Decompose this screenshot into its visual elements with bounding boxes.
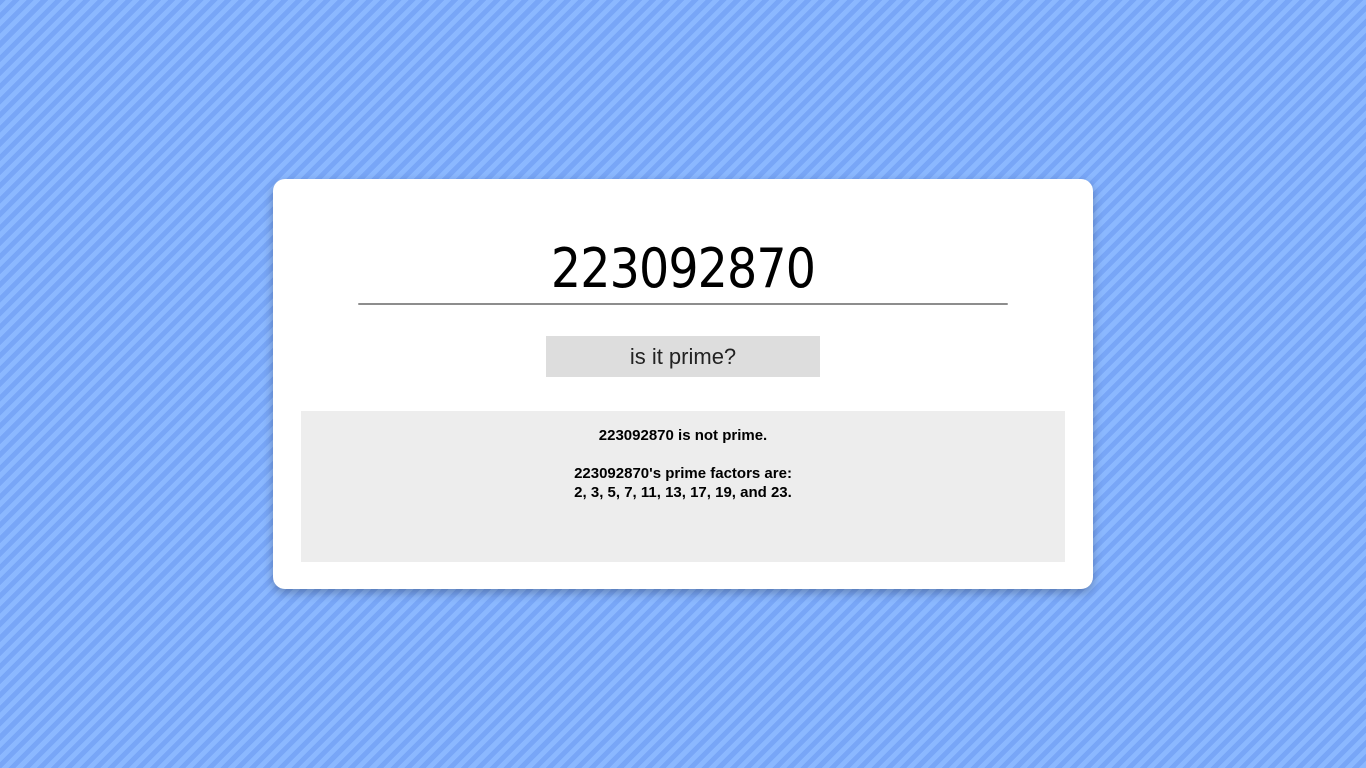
prime-checker-card: is it prime? 223092870 is not prime. 223… xyxy=(273,179,1093,589)
prime-factors-heading: 223092870's prime factors are: xyxy=(574,465,792,482)
result-spacer xyxy=(301,445,1065,464)
result-panel: 223092870 is not prime. 223092870's prim… xyxy=(301,411,1065,562)
result-verdict: 223092870 is not prime. xyxy=(598,427,768,444)
prime-factors-list: 2, 3, 5, 7, 11, 13, 17, 19, and 23. xyxy=(574,484,792,501)
number-input[interactable] xyxy=(358,233,1008,305)
page-background: { "input": { "value": "223092870" }, "bu… xyxy=(0,0,1366,768)
is-it-prime-button[interactable]: is it prime? xyxy=(546,336,820,377)
